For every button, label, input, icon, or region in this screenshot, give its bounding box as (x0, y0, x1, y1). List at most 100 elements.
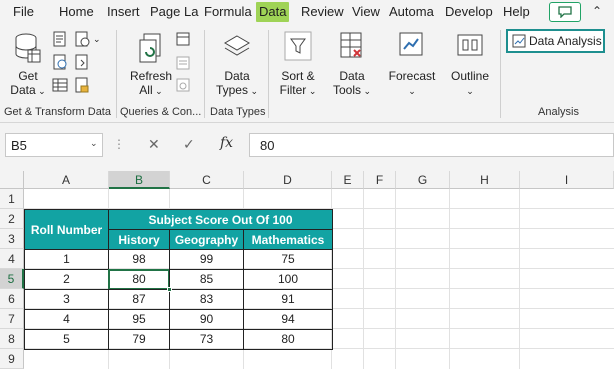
comments-button[interactable] (549, 2, 581, 22)
data-types-label-1: Data (224, 69, 250, 83)
from-table-icon[interactable] (52, 77, 68, 93)
chevron-down-icon[interactable]: ⌄ (90, 138, 98, 149)
refresh-all-button[interactable]: Refresh All ⌄ (128, 69, 174, 98)
col-header-g[interactable]: G (396, 171, 450, 189)
tab-data[interactable]: Data (256, 2, 290, 22)
mathematics-header[interactable]: Mathematics (243, 229, 333, 250)
chevron-up-icon[interactable]: ⌃ (592, 4, 602, 18)
database-icon[interactable] (14, 32, 42, 64)
outline-button[interactable]: Outline ⌄ (448, 69, 492, 98)
table-cell[interactable]: 79 (108, 329, 170, 350)
history-header[interactable]: History (108, 229, 170, 250)
table-cell[interactable]: 3 (24, 289, 109, 310)
from-web-icon[interactable] (52, 54, 68, 70)
insert-function-button[interactable]: fx (220, 135, 233, 151)
forecast-button[interactable]: Forecast ⌄ (386, 69, 438, 98)
gridline (519, 189, 520, 369)
recent-sources-icon[interactable] (74, 31, 90, 47)
table-cell[interactable]: 91 (243, 289, 333, 310)
gridline (449, 189, 450, 369)
sort-filter-label-2: Filter (279, 83, 307, 97)
col-header-b[interactable]: B (109, 171, 170, 189)
forecast-icon[interactable] (398, 31, 426, 61)
col-header-d[interactable]: D (244, 171, 332, 189)
recent-files-icon[interactable] (74, 77, 90, 93)
group-analysis: Analysis (538, 106, 579, 118)
table-cell[interactable]: 87 (108, 289, 170, 310)
col-header-a[interactable]: A (24, 171, 109, 189)
table-cell[interactable]: 90 (169, 309, 244, 330)
tab-formulas[interactable]: Formula (204, 4, 252, 20)
col-header-f[interactable]: F (364, 171, 396, 189)
data-tools-button[interactable]: Data Tools ⌄ (330, 69, 374, 98)
refresh-label-1: Refresh (129, 69, 173, 83)
queries-connections-icon[interactable] (176, 32, 190, 46)
filter-icon[interactable] (284, 31, 312, 61)
spreadsheet-grid[interactable]: A B C D E F G H I 1 2 3 4 5 6 7 8 9 Roll… (0, 171, 614, 369)
table-cell[interactable]: 99 (169, 249, 244, 270)
select-all-corner[interactable] (0, 171, 24, 189)
formula-input[interactable]: 80 (249, 133, 614, 157)
data-analysis-button[interactable]: Data Analysis (506, 29, 605, 53)
row-header-4[interactable]: 4 (0, 249, 24, 269)
tab-review[interactable]: Review (301, 4, 344, 20)
table-cell[interactable]: 5 (24, 329, 109, 350)
table-cell[interactable]: 95 (108, 309, 170, 330)
sort-filter-button[interactable]: Sort & Filter ⌄ (276, 69, 320, 98)
chevron-down-icon[interactable]: ⌄ (93, 34, 101, 45)
table-cell[interactable]: 98 (108, 249, 170, 270)
outline-icon[interactable] (456, 31, 484, 61)
comment-icon (558, 6, 572, 18)
row-header-3[interactable]: 3 (0, 229, 24, 249)
table-cell[interactable]: 94 (243, 309, 333, 330)
table-cell[interactable]: 2 (24, 269, 109, 290)
table-cell[interactable]: 83 (169, 289, 244, 310)
name-box[interactable]: B5 (5, 133, 103, 157)
roll-number-header[interactable]: Roll Number (24, 209, 109, 250)
row-header-6[interactable]: 6 (0, 289, 24, 309)
table-cell[interactable]: 75 (243, 249, 333, 270)
col-header-i[interactable]: I (520, 171, 614, 189)
data-types-button[interactable]: Data Types ⌄ (214, 69, 260, 98)
cancel-icon[interactable]: ✕ (148, 136, 160, 153)
tab-developer[interactable]: Develop (445, 4, 493, 20)
table-cell[interactable]: 4 (24, 309, 109, 330)
geography-header[interactable]: Geography (169, 229, 244, 250)
row-header-7[interactable]: 7 (0, 309, 24, 329)
tab-help[interactable]: Help (503, 4, 530, 20)
enter-check-icon[interactable]: ✓ (183, 136, 195, 153)
subject-score-header[interactable]: Subject Score Out Of 100 (108, 209, 333, 230)
data-analysis-icon (512, 34, 526, 48)
data-tools-icon[interactable] (338, 31, 366, 61)
tab-view[interactable]: View (352, 4, 380, 20)
col-header-h[interactable]: H (450, 171, 520, 189)
edit-links-icon (176, 78, 190, 92)
tab-insert[interactable]: Insert (107, 4, 140, 20)
table-cell[interactable]: 73 (169, 329, 244, 350)
row-header-8[interactable]: 8 (0, 329, 24, 349)
table-cell[interactable]: 85 (169, 269, 244, 290)
row-header-9[interactable]: 9 (0, 349, 24, 369)
table-cell[interactable]: 80 (243, 329, 333, 350)
group-queries-connections: Queries & Con... (120, 106, 202, 118)
tab-file[interactable]: File (13, 4, 34, 20)
selected-cell-b5[interactable]: 80 (108, 269, 170, 290)
get-data-button[interactable]: Get Data ⌄ (10, 69, 46, 98)
tab-automate[interactable]: Automa (389, 4, 434, 20)
more-options-icon[interactable]: ⋮ (113, 137, 126, 151)
tab-home[interactable]: Home (59, 4, 94, 20)
row-header-2[interactable]: 2 (0, 209, 24, 229)
table-cell[interactable]: 100 (243, 269, 333, 290)
table-cell[interactable]: 1 (24, 249, 109, 270)
col-header-e[interactable]: E (332, 171, 364, 189)
tab-page-layout[interactable]: Page La (150, 4, 198, 20)
row-header-5[interactable]: 5 (0, 269, 24, 289)
row-header-1[interactable]: 1 (0, 189, 24, 209)
data-types-icon[interactable] (222, 34, 252, 62)
existing-connections-icon[interactable] (74, 54, 90, 70)
data-tools-label-2: Tools (332, 83, 361, 97)
refresh-all-icon[interactable] (138, 32, 166, 64)
from-text-icon[interactable] (52, 31, 68, 47)
col-header-c[interactable]: C (170, 171, 244, 189)
fill-handle[interactable] (167, 287, 172, 292)
